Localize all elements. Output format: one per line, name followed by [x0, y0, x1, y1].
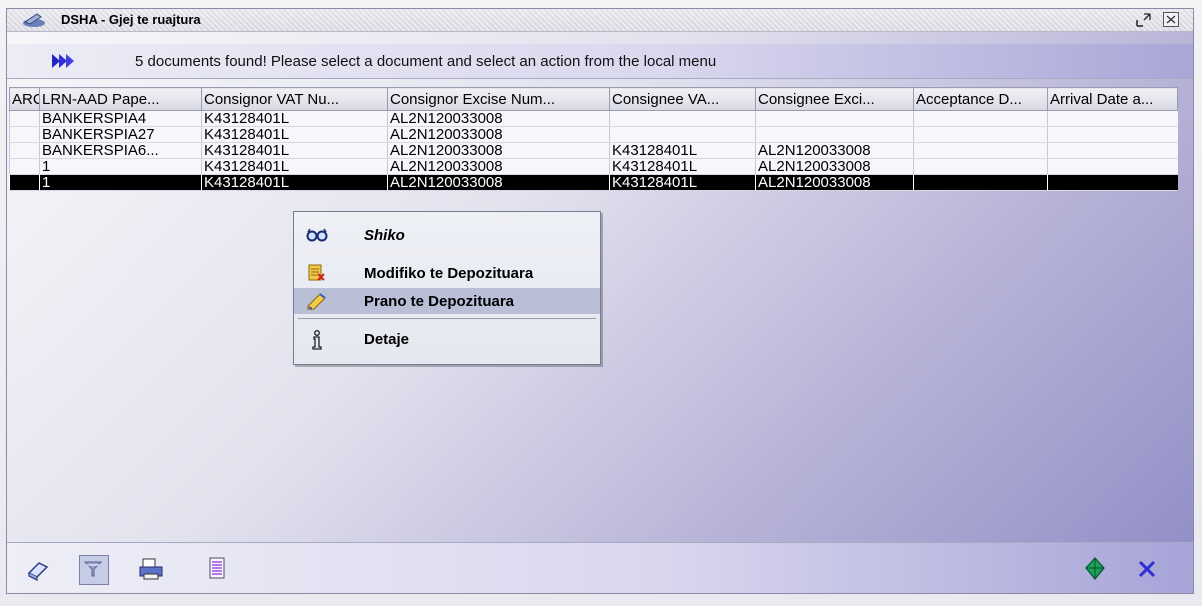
menu-label-modifiko: Modifiko te Depozituara	[364, 265, 534, 282]
close-window-button[interactable]	[1163, 12, 1179, 27]
cell-consignor-excise: AL2N120033008	[387, 142, 610, 159]
cell-consignee-vat	[609, 110, 756, 127]
table-row-selected[interactable]: 1 K43128401L AL2N120033008 K43128401L AL…	[9, 174, 1178, 191]
title-bar[interactable]: DSHA - Gjej te ruajtura	[7, 9, 1193, 32]
status-message: 5 documents found! Please select a docum…	[135, 53, 717, 70]
app-icon	[21, 11, 47, 29]
cell-arc	[9, 174, 40, 191]
print-icon[interactable]	[137, 555, 165, 583]
cell-lrn: BANKERSPIA27	[39, 126, 202, 143]
column-header-consignor-excise[interactable]: Consignor Excise Num...	[387, 87, 610, 111]
table-header-row: ARC LRN-AAD Pape... Consignor VAT Nu... …	[9, 87, 1178, 111]
cell-arrival-date	[1047, 174, 1178, 191]
cell-acceptance-date	[913, 126, 1048, 143]
cell-arc	[9, 142, 40, 159]
column-header-arrival-date[interactable]: Arrival Date a...	[1047, 87, 1178, 111]
cell-acceptance-date	[913, 142, 1048, 159]
column-header-acceptance-date[interactable]: Acceptance D...	[913, 87, 1048, 111]
cell-consignor-excise: AL2N120033008	[387, 158, 610, 175]
cell-consignor-vat: K43128401L	[201, 174, 388, 191]
column-header-consignor-vat[interactable]: Consignor VAT Nu...	[201, 87, 388, 111]
menu-label-prano: Prano te Depozituara	[364, 293, 515, 310]
cell-arrival-date	[1047, 126, 1178, 143]
column-header-arc[interactable]: ARC	[9, 87, 40, 111]
cell-consignee-excise: AL2N120033008	[755, 142, 914, 159]
table-row[interactable]: BANKERSPIA27 K43128401L AL2N120033008	[9, 126, 1178, 143]
column-header-consignee-vat[interactable]: Consignee VA...	[609, 87, 756, 111]
restore-window-button[interactable]	[1135, 12, 1153, 28]
glasses-icon	[306, 226, 328, 244]
confirm-gem-icon[interactable]	[1081, 555, 1109, 583]
cell-consignor-excise: AL2N120033008	[387, 174, 610, 191]
cell-acceptance-date	[913, 110, 1048, 127]
cell-consignee-excise	[755, 126, 914, 143]
menu-label-detaje: Detaje	[364, 331, 410, 348]
cell-lrn: BANKERSPIA4	[39, 110, 202, 127]
cell-consignee-vat: K43128401L	[609, 158, 756, 175]
info-icon	[306, 330, 328, 350]
cell-consignee-excise: AL2N120033008	[755, 174, 914, 191]
forward-arrows-icon	[51, 52, 77, 70]
cell-consignee-vat: K43128401L	[609, 174, 756, 191]
message-bar: 5 documents found! Please select a docum…	[7, 44, 1193, 79]
menu-item-detaje[interactable]: Detaje	[294, 326, 600, 352]
column-header-consignee-excise[interactable]: Consignee Exci...	[755, 87, 914, 111]
edit-document-icon	[306, 264, 328, 282]
close-x-icon[interactable]	[1133, 555, 1161, 583]
filter-icon[interactable]	[79, 555, 109, 585]
cell-acceptance-date	[913, 158, 1048, 175]
cell-arrival-date	[1047, 110, 1178, 127]
menu-item-modifiko[interactable]: Modifiko te Depozituara	[294, 260, 600, 286]
accept-pencil-icon	[306, 292, 328, 311]
cell-arc	[9, 158, 40, 175]
menu-item-shiko[interactable]: Shiko	[294, 222, 600, 248]
cell-arrival-date	[1047, 158, 1178, 175]
cell-consignee-excise: AL2N120033008	[755, 158, 914, 175]
menu-item-prano[interactable]: Prano te Depozituara	[294, 288, 600, 314]
cell-consignor-vat: K43128401L	[201, 126, 388, 143]
cell-acceptance-date	[913, 174, 1048, 191]
cell-consignor-vat: K43128401L	[201, 158, 388, 175]
cell-arc	[9, 110, 40, 127]
export-icon[interactable]	[203, 555, 231, 583]
bottom-toolbar	[7, 542, 1193, 593]
column-header-lrn[interactable]: LRN-AAD Pape...	[39, 87, 202, 111]
menu-separator	[298, 318, 596, 319]
app-window: DSHA - Gjej te ruajtura 5 documents foun…	[6, 8, 1194, 594]
window-title: DSHA - Gjej te ruajtura	[61, 12, 201, 27]
table-row[interactable]: 1 K43128401L AL2N120033008 K43128401L AL…	[9, 158, 1178, 175]
cell-consignor-excise: AL2N120033008	[387, 110, 610, 127]
menu-label-shiko: Shiko	[364, 227, 405, 244]
table-row[interactable]: BANKERSPIA4 K43128401L AL2N120033008	[9, 110, 1178, 127]
cell-lrn: BANKERSPIA6...	[39, 142, 202, 159]
context-menu: Shiko Modifiko te Depozituara Prano te D…	[293, 211, 601, 365]
cell-arc	[9, 126, 40, 143]
cell-consignor-excise: AL2N120033008	[387, 126, 610, 143]
cell-consignor-vat: K43128401L	[201, 110, 388, 127]
cell-consignee-excise	[755, 110, 914, 127]
cell-consignee-vat	[609, 126, 756, 143]
cell-lrn: 1	[39, 174, 202, 191]
cell-arrival-date	[1047, 142, 1178, 159]
book-icon[interactable]	[25, 555, 53, 583]
cell-consignor-vat: K43128401L	[201, 142, 388, 159]
cell-lrn: 1	[39, 158, 202, 175]
cell-consignee-vat: K43128401L	[609, 142, 756, 159]
table-row[interactable]: BANKERSPIA6... K43128401L AL2N120033008 …	[9, 142, 1178, 159]
